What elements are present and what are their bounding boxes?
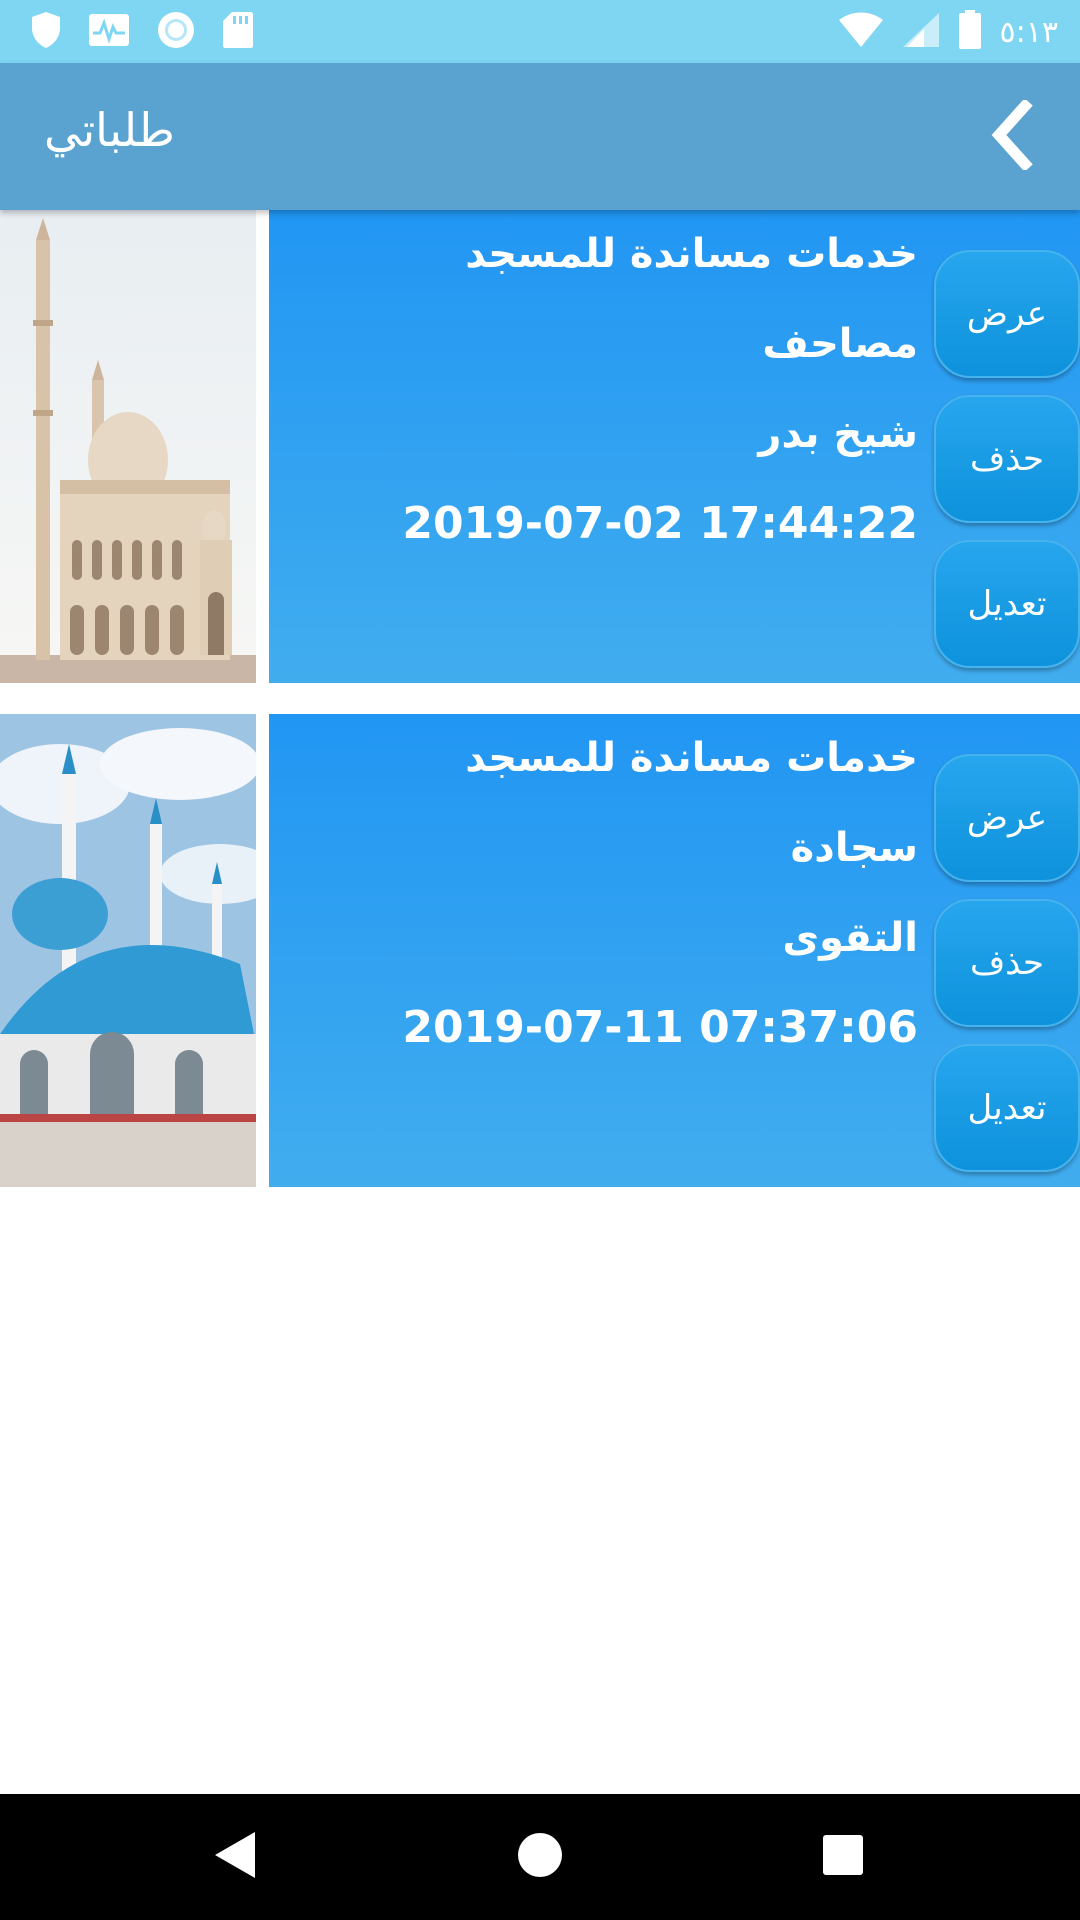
view-button[interactable]: عرض: [934, 754, 1080, 882]
edit-button[interactable]: تعديل: [934, 1044, 1080, 1172]
shield-icon: [30, 11, 62, 53]
app-toolbar: طلباتي: [0, 63, 1080, 210]
battery-icon: [958, 10, 982, 54]
status-icons-left: [30, 12, 254, 52]
request-text: خدمات مساندة للمسجد سجادة التقوى 2019-07…: [298, 728, 918, 1088]
nav-home-button[interactable]: [505, 1822, 575, 1892]
status-bar: ٥:١٣: [0, 0, 1080, 63]
signal-icon: [902, 12, 940, 52]
item-name: مصاحف: [762, 321, 918, 367]
mosque-photo: [0, 714, 256, 1187]
mosque-name: شيخ بدر: [758, 411, 918, 457]
home-circle-icon: [517, 1832, 563, 1882]
activity-icon: [88, 13, 130, 51]
request-details: خدمات مساندة للمسجد سجادة التقوى 2019-07…: [269, 714, 1080, 1187]
nav-back-button[interactable]: [200, 1822, 270, 1892]
item-name: سجادة: [790, 825, 918, 871]
request-text: خدمات مساندة للمسجد مصاحف شيخ بدر 2019-0…: [298, 224, 918, 584]
request-card: خدمات مساندة للمسجد مصاحف شيخ بدر 2019-0…: [0, 210, 1080, 683]
nav-recents-button[interactable]: [808, 1822, 878, 1892]
edit-button[interactable]: تعديل: [934, 540, 1080, 668]
page-title: طلباتي: [44, 103, 175, 157]
mosque-photo: [0, 210, 256, 683]
delete-button[interactable]: حذف: [934, 395, 1080, 523]
status-time: ٥:١٣: [999, 14, 1058, 50]
back-triangle-icon: [213, 1830, 257, 1884]
service-type: خدمات مساندة للمسجد: [465, 231, 918, 277]
circle-icon: [156, 10, 196, 54]
status-icons-right: ٥:١٣: [838, 10, 1058, 54]
mosque-name: التقوى: [782, 915, 918, 961]
request-datetime: 2019-07-02 17:44:22: [402, 498, 918, 549]
view-button[interactable]: عرض: [934, 250, 1080, 378]
chevron-left-icon: [987, 98, 1037, 174]
service-type: خدمات مساندة للمسجد: [465, 735, 918, 781]
recents-square-icon: [822, 1834, 864, 1880]
request-details: خدمات مساندة للمسجد مصاحف شيخ بدر 2019-0…: [269, 210, 1080, 683]
back-button[interactable]: [972, 97, 1052, 177]
request-card: خدمات مساندة للمسجد سجادة التقوى 2019-07…: [0, 714, 1080, 1187]
system-nav-bar: [0, 1794, 1080, 1920]
request-datetime: 2019-07-11 07:37:06: [402, 1002, 918, 1053]
wifi-icon: [838, 12, 884, 52]
delete-button[interactable]: حذف: [934, 899, 1080, 1027]
sd-card-icon: [222, 11, 254, 53]
